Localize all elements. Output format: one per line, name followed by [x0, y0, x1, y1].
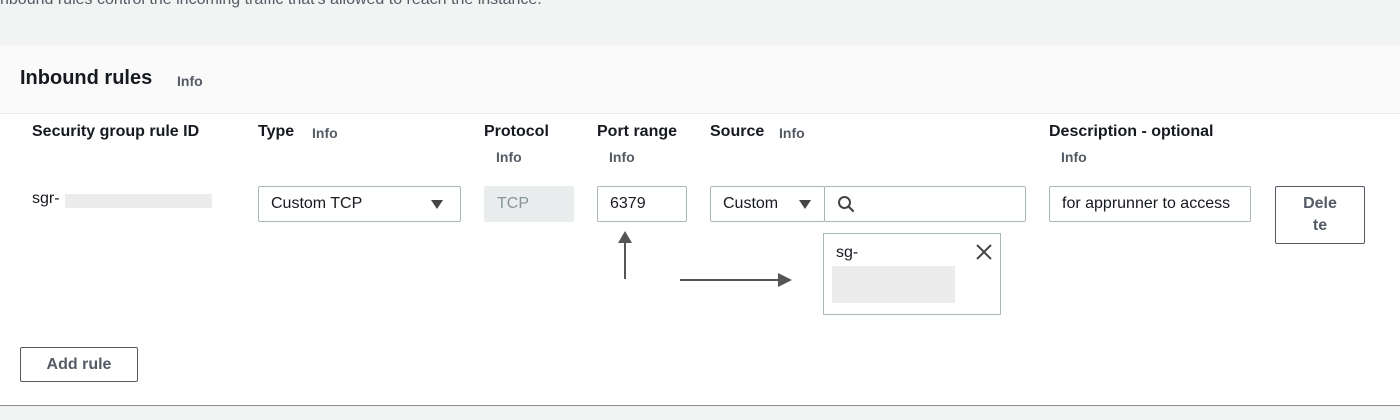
- column-header-source: Source: [710, 123, 765, 140]
- column-header-rule-id: Security group rule ID: [32, 123, 200, 140]
- caret-down-icon: [799, 200, 811, 209]
- column-header-protocol: Protocol: [484, 123, 549, 140]
- source-search-input[interactable]: [824, 186, 1026, 222]
- panel-header: Inbound rules Info: [0, 45, 1400, 114]
- source-token-label: sg-: [836, 244, 859, 261]
- search-icon: [837, 195, 855, 213]
- delete-rule-button[interactable]: Dele te: [1275, 186, 1365, 244]
- source-info-link[interactable]: Info: [779, 125, 805, 141]
- delete-label-line1: Dele: [1303, 195, 1337, 212]
- type-info-link[interactable]: Info: [312, 125, 338, 141]
- column-header-port-range: Port range: [597, 123, 678, 140]
- arrow-right-icon: [680, 272, 792, 288]
- add-rule-label: Add rule: [46, 355, 112, 373]
- protocol-value: TCP: [497, 195, 529, 212]
- protocol-info-link[interactable]: Info: [496, 149, 522, 165]
- rule-id-value: sgr-: [32, 190, 60, 207]
- panel-bottom-edge: [0, 405, 1400, 420]
- source-token: sg-: [823, 233, 1001, 315]
- source-type-value: Custom: [723, 195, 779, 212]
- source-token-redacted: [832, 266, 955, 303]
- port-range-info-link[interactable]: Info: [609, 149, 635, 165]
- panel-info-link[interactable]: Info: [177, 73, 203, 89]
- page-description: nbound rules control the incoming traffi…: [0, 0, 542, 9]
- port-range-input[interactable]: 6379: [597, 186, 687, 222]
- caret-down-icon: [431, 200, 443, 209]
- close-icon[interactable]: [975, 243, 993, 261]
- type-select[interactable]: Custom TCP: [258, 186, 461, 222]
- description-input[interactable]: for apprunner to access: [1049, 186, 1251, 222]
- description-info-link[interactable]: Info: [1061, 149, 1087, 165]
- column-header-description: Description - optional: [1049, 123, 1214, 140]
- rule-id-redacted: [65, 194, 212, 208]
- arrow-up-icon: [617, 231, 633, 279]
- protocol-field: TCP: [484, 186, 574, 222]
- panel-title: Inbound rules: [20, 67, 153, 89]
- description-value: for apprunner to access: [1062, 195, 1231, 212]
- type-select-value: Custom TCP: [271, 195, 363, 212]
- delete-label-line2: te: [1312, 217, 1328, 234]
- port-range-value: 6379: [610, 195, 646, 212]
- source-type-select[interactable]: Custom: [710, 186, 825, 222]
- column-header-type: Type: [258, 123, 295, 140]
- inbound-rules-panel: Inbound rules Info Security group rule I…: [0, 45, 1400, 405]
- add-rule-button[interactable]: Add rule: [20, 347, 138, 382]
